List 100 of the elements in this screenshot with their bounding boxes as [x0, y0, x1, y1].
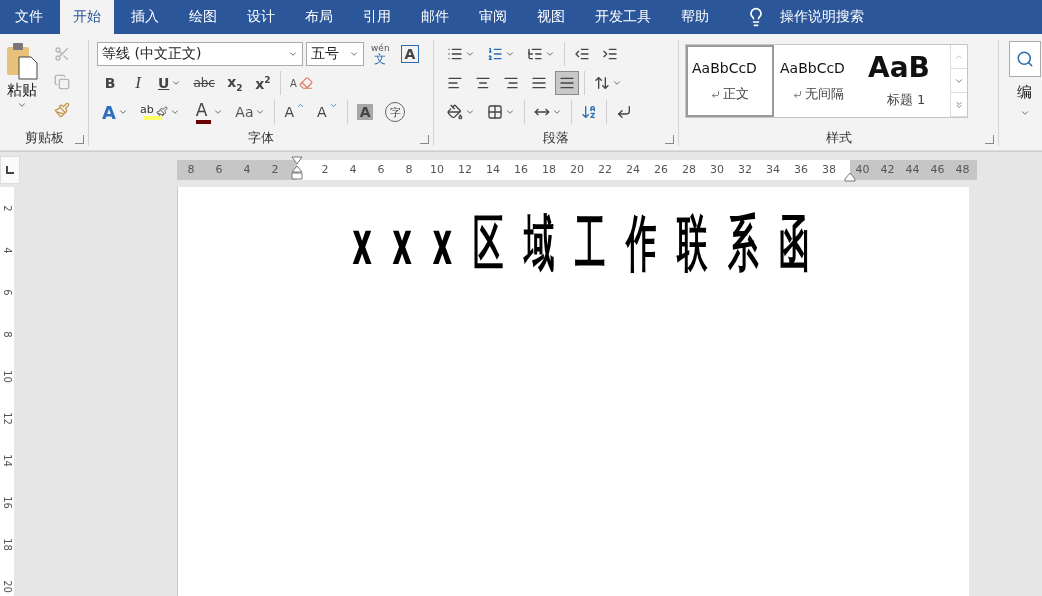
caret-icon: [117, 107, 128, 117]
clear-formatting-label: A: [289, 77, 297, 89]
text-effects-button[interactable]: A: [98, 100, 132, 124]
ruler-number: 32: [737, 163, 753, 176]
dialog-launcher-icon[interactable]: [420, 135, 429, 144]
change-case-label: Aa: [235, 104, 254, 120]
style-preview: AaBbCcD: [780, 59, 845, 77]
dialog-launcher-icon[interactable]: [665, 135, 674, 144]
ruler-number: 4: [242, 163, 252, 176]
style-item[interactable]: AaBbCcD 正文: [686, 45, 774, 117]
multilevel-list-icon: [527, 46, 543, 62]
character-label: 文: [374, 54, 387, 65]
text-effects-label: A: [102, 101, 116, 123]
ribbon-tab[interactable]: 布局: [292, 0, 346, 34]
ruler-number: 42: [879, 163, 896, 176]
ribbon-tab[interactable]: 绘图: [176, 0, 230, 34]
ruler-number: 28: [681, 163, 697, 176]
caret-icon: [17, 100, 27, 110]
bold-button[interactable]: B: [98, 71, 122, 95]
ruler-number: 16: [513, 163, 529, 176]
ribbon-tab[interactable]: 视图: [524, 0, 578, 34]
subscript-button[interactable]: x$_{2}$: [222, 71, 247, 95]
grow-font-button[interactable]: A: [280, 100, 310, 124]
ruler-number: 18: [541, 163, 557, 176]
caret-icon: [505, 107, 515, 117]
font-color-button[interactable]: A: [187, 100, 228, 124]
clipboard-icon: [5, 41, 39, 81]
dialog-launcher-icon[interactable]: [75, 135, 84, 144]
ribbon-tab[interactable]: 插入: [118, 0, 172, 34]
line-spacing-icon: [594, 75, 610, 91]
ruler-number: 6: [1, 288, 13, 296]
copy-icon: [54, 74, 70, 90]
ruler-number: 2: [1, 204, 13, 212]
group-label: 样式: [825, 130, 852, 146]
decrease-indent-icon: [574, 46, 590, 62]
ruler-number: 48: [954, 163, 971, 176]
ruler-number: 34: [765, 163, 781, 176]
ribbon-tab[interactable]: 开始: [60, 0, 114, 34]
vertical-ruler[interactable]: 2 4 6 8 10 12 14 16 18 20: [0, 187, 14, 596]
ribbon-tab[interactable]: 引用: [350, 0, 404, 34]
ribbon-tab[interactable]: 邮件: [408, 0, 462, 34]
ruler-number: 20: [569, 163, 585, 176]
font-size-field[interactable]: 五号: [306, 42, 364, 66]
caret-icon: [1019, 108, 1030, 118]
ruler-number: 10: [1, 369, 13, 383]
shading-icon: [447, 104, 463, 120]
style-preview: AaBbCcD: [692, 59, 757, 77]
caret-icon: [545, 49, 555, 59]
justify-icon: [531, 75, 547, 91]
tab-selector[interactable]: [0, 155, 20, 184]
dialog-launcher-icon[interactable]: [985, 135, 994, 144]
ribbon-tab[interactable]: 文件: [2, 0, 56, 34]
style-preview: AaB: [868, 53, 930, 83]
style-name: 无间隔: [804, 85, 844, 103]
ruler-number: 44: [904, 163, 921, 176]
ribbon-tab[interactable]: 开发工具: [582, 0, 664, 34]
caret-icon: [552, 107, 562, 117]
ruler-number: 8: [186, 163, 196, 176]
ruler-number: 14: [1, 453, 13, 467]
show-marks-icon: [616, 104, 632, 120]
editing-button[interactable]: 编: [1007, 40, 1042, 119]
style-name: 正文: [723, 85, 749, 103]
caret-icon: [171, 78, 182, 88]
strikethrough-button[interactable]: abc: [189, 71, 219, 95]
subscript-label: x$_{2}$: [227, 73, 243, 93]
marker-icon: [155, 106, 168, 118]
distributed-button[interactable]: [555, 71, 579, 95]
align-right-icon: [503, 75, 519, 91]
ruler-number: 4: [1, 246, 13, 254]
numbering-icon: [487, 46, 503, 62]
paste-button[interactable]: 粘贴: [4, 40, 40, 111]
phonetic-guide-button[interactable]: wén 文: [367, 42, 394, 66]
italic-button[interactable]: I: [126, 71, 150, 95]
ribbon-tab[interactable]: 设计: [234, 0, 288, 34]
superscript-button[interactable]: x$^{2}$: [250, 71, 275, 95]
ruler-number: 36: [793, 163, 809, 176]
down-caret-icon: [328, 101, 338, 110]
highlight-button[interactable]: ab: [135, 100, 184, 124]
ribbon-tab[interactable]: 审阅: [466, 0, 520, 34]
clear-formatting-button[interactable]: A: [285, 71, 317, 95]
left-tab-icon: [6, 165, 14, 174]
ribbon-tab[interactable]: 帮助: [668, 0, 722, 34]
align-center-icon: [475, 75, 491, 91]
tell-me-search[interactable]: 操作说明搜索: [780, 8, 864, 26]
paragraph-mark-icon: [711, 89, 720, 99]
bullets-icon: [447, 46, 463, 62]
font-name-field[interactable]: 等线 (中文正文): [97, 42, 303, 66]
character-border-button[interactable]: A: [400, 45, 420, 63]
shrink-font-button[interactable]: A: [313, 100, 342, 124]
change-case-button[interactable]: Aa: [231, 100, 270, 124]
ruler-number: 2: [270, 163, 280, 176]
underline-label: U: [158, 75, 170, 91]
search-icon: [1015, 50, 1034, 68]
ruler-number: 14: [485, 163, 501, 176]
superscript-label: x$^{2}$: [255, 74, 271, 92]
underline-button[interactable]: U: [154, 71, 186, 95]
caret-icon: [255, 107, 266, 117]
right-indent-marker[interactable]: [844, 171, 856, 182]
up-caret-icon: [296, 101, 306, 110]
ruler-number: 12: [457, 163, 473, 176]
